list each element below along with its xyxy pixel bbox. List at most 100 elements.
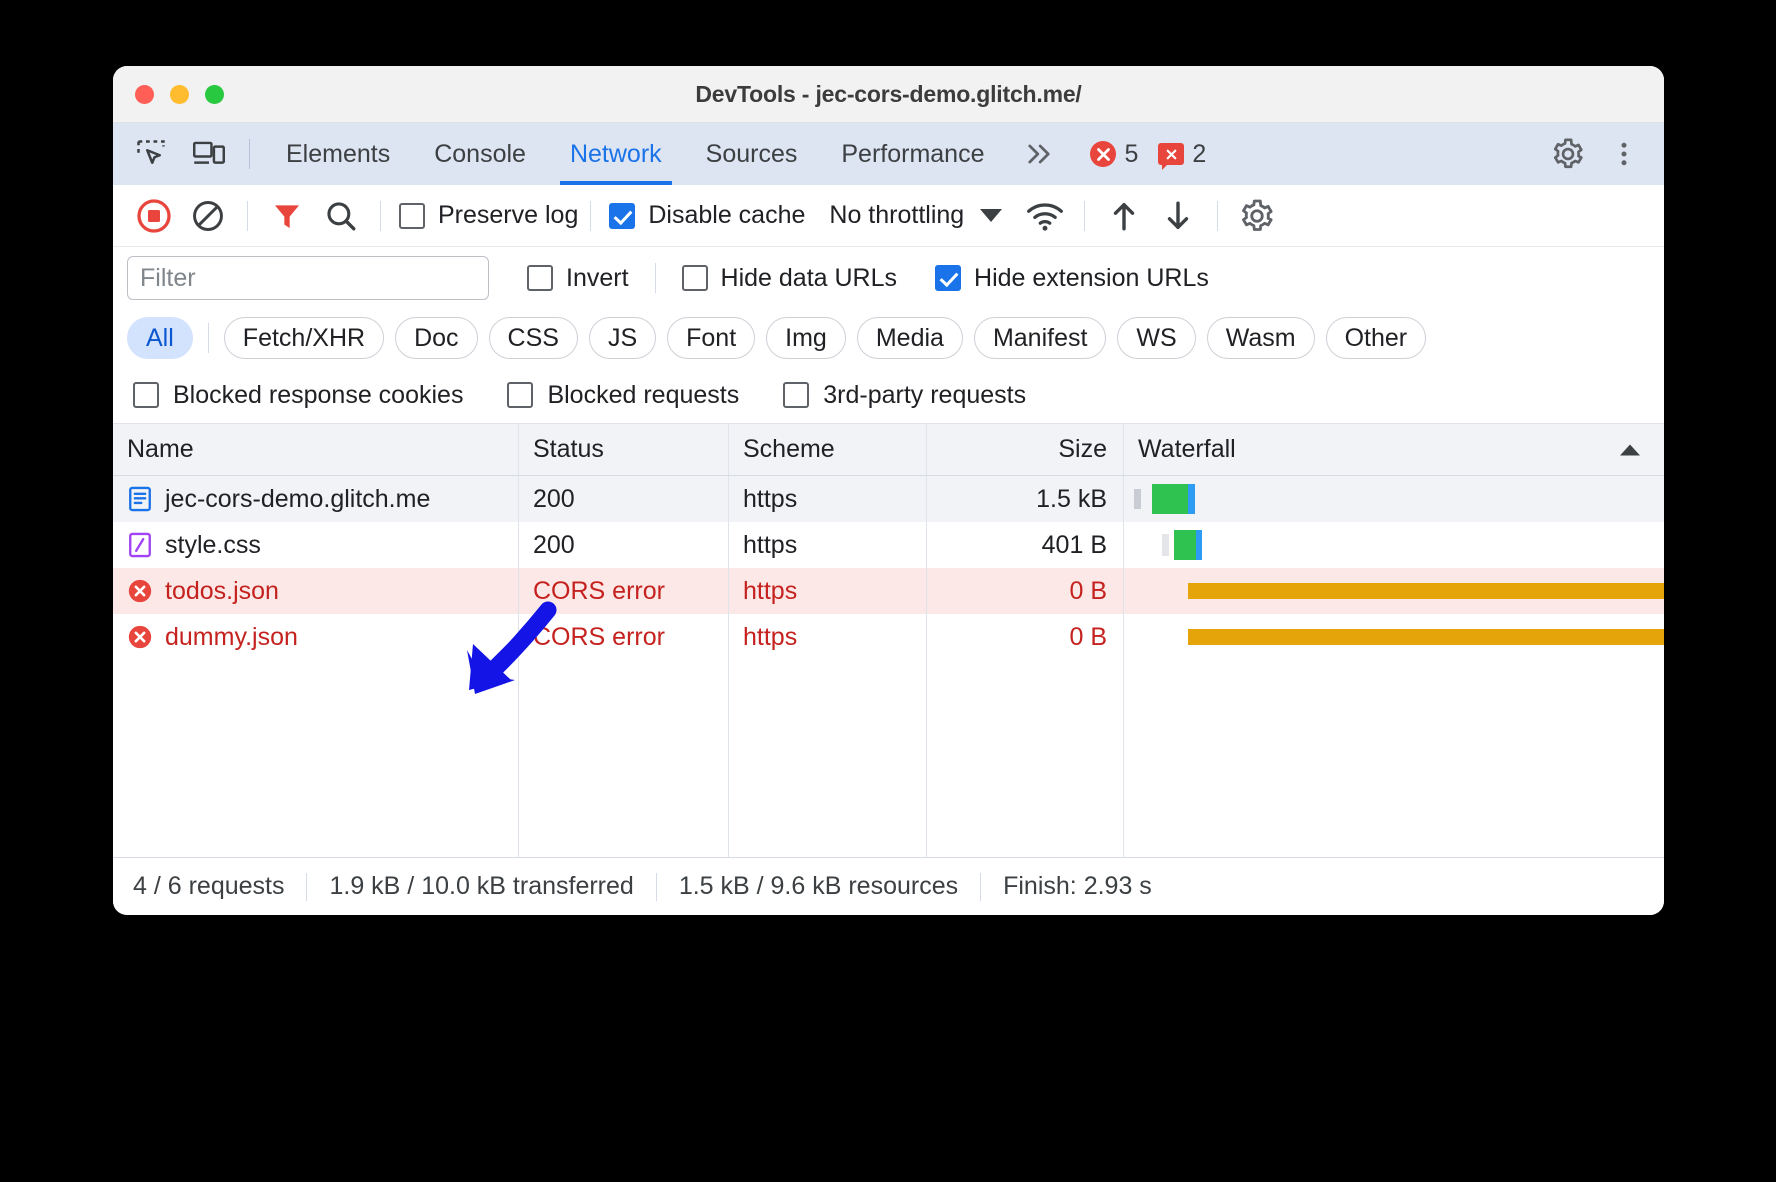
more-tabs-icon[interactable]: [1006, 123, 1072, 185]
type-pill-wasm-label: Wasm: [1225, 323, 1296, 352]
hide-data-urls-checkbox[interactable]: Hide data URLs: [681, 264, 897, 293]
pill-divider: [207, 323, 209, 353]
more-vertical-icon[interactable]: [1598, 132, 1650, 176]
invert-label: Invert: [566, 263, 629, 292]
summary-requests: 4 / 6 requests: [133, 872, 285, 900]
hide-data-urls-box[interactable]: [681, 265, 708, 291]
device-toolbar-icon[interactable]: [183, 132, 235, 176]
preserve-log-label: Preserve log: [438, 201, 579, 229]
request-name-cell[interactable]: dummy.json: [113, 614, 519, 660]
table-row[interactable]: jec-cors-demo.glitch.me 200 https 1.5 kB: [113, 476, 1664, 522]
column-header-size-label: Size: [1058, 435, 1107, 463]
settings-gear-icon[interactable]: [1542, 132, 1594, 176]
blocked-requests-box[interactable]: [507, 382, 534, 408]
request-name-cell[interactable]: todos.json: [113, 568, 519, 614]
requests-table: Name Status Scheme Size Waterfall jec-co…: [113, 423, 1664, 857]
type-pill-doc[interactable]: Doc: [395, 317, 478, 359]
error-circle-icon: [128, 579, 152, 603]
blocked-response-cookies-box[interactable]: [133, 382, 159, 408]
request-name-cell[interactable]: jec-cors-demo.glitch.me: [113, 476, 519, 522]
third-party-requests-box[interactable]: [783, 382, 810, 408]
hide-extension-urls-box[interactable]: [935, 265, 962, 291]
network-summary-footer: 4 / 6 requests 1.9 kB / 10.0 kB transfer…: [113, 857, 1664, 915]
type-pill-css[interactable]: CSS: [488, 317, 578, 359]
request-name: dummy.json: [165, 622, 298, 651]
tab-elements[interactable]: Elements: [264, 123, 412, 185]
filter-input[interactable]: [127, 256, 489, 300]
filter-funnel-icon[interactable]: [260, 192, 314, 240]
error-badge[interactable]: 5: [1090, 140, 1138, 169]
type-pill-img-label: Img: [785, 323, 827, 352]
preserve-log-box[interactable]: [399, 202, 425, 229]
record-stop-icon[interactable]: [127, 192, 181, 240]
tab-performance-label: Performance: [841, 139, 985, 168]
request-name-cell[interactable]: style.css: [113, 522, 519, 568]
column-header-scheme-label: Scheme: [743, 435, 835, 463]
blocked-response-cookies-checkbox[interactable]: Blocked response cookies: [133, 381, 463, 410]
waterfall-download-bar: [1188, 484, 1195, 514]
third-party-requests-checkbox[interactable]: 3rd-party requests: [783, 381, 1026, 410]
hide-extension-urls-checkbox[interactable]: Hide extension URLs: [935, 264, 1209, 293]
table-row[interactable]: style.css 200 https 401 B: [113, 522, 1664, 568]
network-conditions-icon[interactable]: [1018, 192, 1072, 240]
tab-network[interactable]: Network: [548, 123, 684, 185]
error-count: 5: [1124, 139, 1139, 168]
warning-count: 2: [1192, 139, 1207, 168]
request-scheme-cell: https: [729, 522, 927, 568]
type-pill-media-label: Media: [875, 323, 944, 352]
tab-console[interactable]: Console: [412, 123, 548, 185]
type-pill-font[interactable]: Font: [667, 317, 756, 359]
disable-cache-checkbox[interactable]: Disable cache: [609, 201, 805, 230]
type-pill-ws[interactable]: WS: [1117, 317, 1196, 359]
table-row[interactable]: dummy.json CORS error https 0 B: [113, 614, 1664, 660]
request-name: style.css: [165, 530, 261, 559]
tab-sources[interactable]: Sources: [684, 123, 820, 185]
disable-cache-label: Disable cache: [648, 201, 806, 229]
clear-icon[interactable]: [181, 192, 235, 240]
type-pill-img[interactable]: Img: [766, 317, 846, 359]
type-pill-wasm[interactable]: Wasm: [1206, 317, 1315, 359]
column-header-scheme[interactable]: Scheme: [729, 424, 927, 475]
toolbar-divider-5: [1217, 200, 1219, 231]
toolbar-divider-3: [590, 200, 592, 231]
tab-performance[interactable]: Performance: [819, 123, 1006, 185]
preserve-log-checkbox[interactable]: Preserve log: [399, 201, 578, 230]
summary-transferred: 1.9 kB / 10.0 kB transferred: [329, 872, 634, 900]
column-header-size[interactable]: Size: [927, 424, 1124, 475]
waterfall-pending-bar: [1188, 629, 1664, 645]
warning-badge[interactable]: 2: [1158, 139, 1207, 170]
invert-checkbox[interactable]: Invert: [527, 264, 629, 293]
blocked-filters-row: Blocked response cookies Blocked request…: [113, 367, 1664, 423]
invert-box[interactable]: [527, 265, 553, 291]
tabbar-divider: [249, 139, 250, 169]
export-har-icon[interactable]: [1151, 192, 1205, 240]
request-size-cell: 0 B: [927, 614, 1124, 660]
throttling-dropdown[interactable]: No throttling: [829, 201, 1003, 230]
type-pill-other[interactable]: Other: [1325, 317, 1427, 359]
type-pill-manifest[interactable]: Manifest: [973, 317, 1107, 359]
tab-sources-label: Sources: [705, 139, 798, 168]
waterfall-response-bar: [1174, 530, 1196, 560]
table-header-row: Name Status Scheme Size Waterfall: [113, 424, 1664, 476]
table-row[interactable]: todos.json CORS error https 0 B: [113, 568, 1664, 614]
type-pill-all[interactable]: All: [127, 317, 193, 359]
type-pill-css-label: CSS: [507, 323, 559, 352]
blocked-requests-checkbox[interactable]: Blocked requests: [507, 381, 739, 410]
import-har-icon[interactable]: [1097, 192, 1151, 240]
devtools-window: DevTools - jec-cors-demo.glitch.me/ Elem…: [113, 66, 1664, 915]
type-pill-fetch-xhr[interactable]: Fetch/XHR: [223, 317, 385, 359]
column-header-status[interactable]: Status: [519, 424, 729, 475]
error-circle-icon: [1090, 141, 1117, 167]
request-scheme-cell: https: [729, 568, 927, 614]
type-pill-media[interactable]: Media: [856, 317, 963, 359]
column-header-waterfall[interactable]: Waterfall: [1124, 424, 1664, 475]
column-header-name[interactable]: Name: [113, 424, 519, 475]
hide-extension-urls-label: Hide extension URLs: [974, 263, 1209, 292]
waterfall-download-bar: [1196, 530, 1202, 560]
disable-cache-box[interactable]: [609, 202, 636, 229]
search-icon[interactable]: [314, 192, 368, 240]
blocked-requests-label: Blocked requests: [547, 380, 740, 409]
type-pill-js[interactable]: JS: [588, 317, 657, 359]
inspect-element-icon[interactable]: [125, 132, 177, 176]
network-settings-gear-icon[interactable]: [1230, 192, 1284, 240]
